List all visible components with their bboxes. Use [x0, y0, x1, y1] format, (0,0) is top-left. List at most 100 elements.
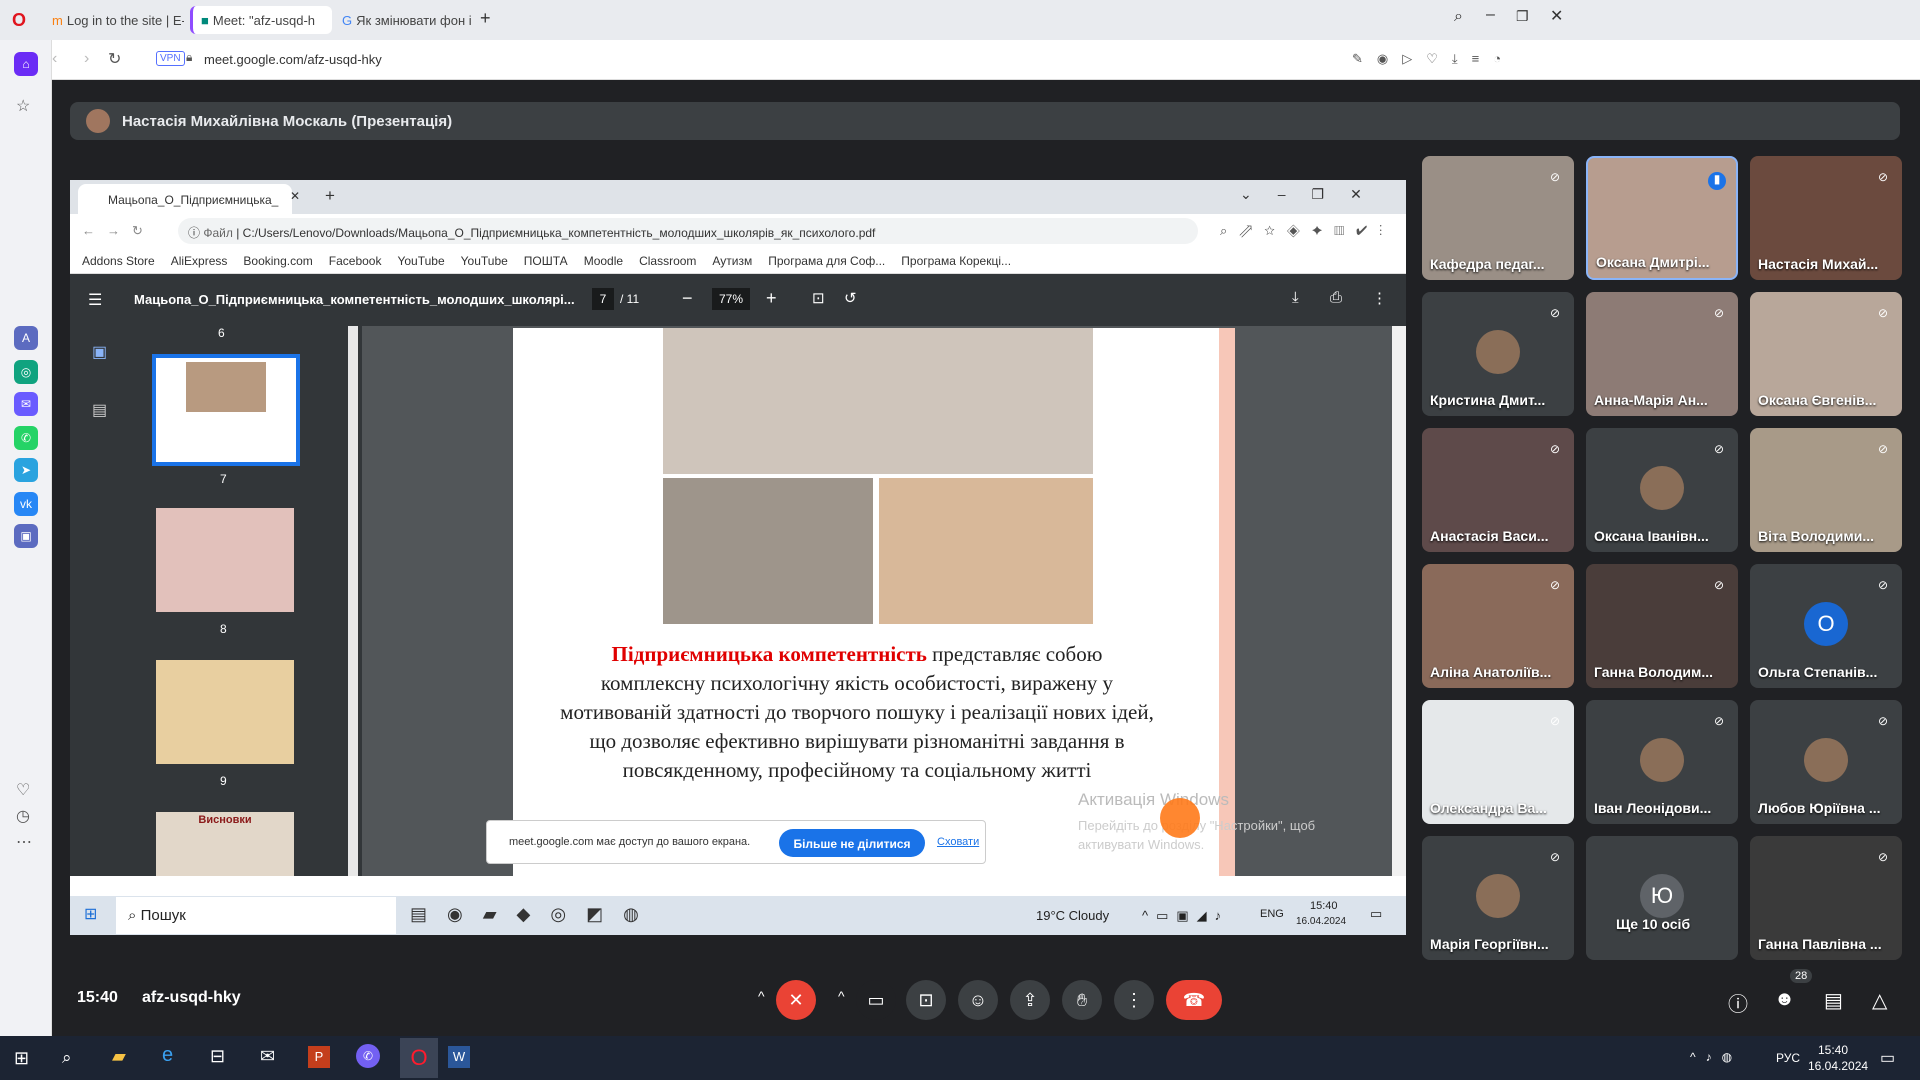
fit-icon[interactable]: ⊡ — [812, 289, 825, 307]
more-options-icon[interactable]: ⋮ — [1372, 289, 1387, 307]
star-icon[interactable]: ☆ — [16, 96, 30, 116]
telegram-icon[interactable]: ➤ — [14, 458, 38, 482]
explorer-icon[interactable]: ▰ — [112, 1046, 126, 1067]
thumbnail-page-10[interactable]: Висновки — [156, 812, 294, 876]
windows-start-icon[interactable]: ⊞ — [14, 1048, 29, 1069]
search-icon[interactable]: ⌕ — [1454, 8, 1463, 26]
edge-icon[interactable]: e — [162, 1044, 173, 1067]
tab-meet[interactable]: ■ Meet: "afz-usqd-h — [190, 6, 332, 34]
camera-button[interactable]: ▭ — [856, 980, 896, 1020]
history-icon[interactable]: ◷ — [16, 806, 30, 826]
tab-close-icon[interactable]: ✕ — [290, 189, 300, 203]
participant-tile[interactable]: ⊘ Кристина Дмит... — [1422, 292, 1574, 416]
participant-tile[interactable]: ⊘ Кафедра педаг... — [1422, 156, 1574, 280]
page-number-input[interactable]: 7 — [592, 288, 614, 310]
pdf-tab[interactable]: Мацьопа_О_Підприємницька_ — [78, 184, 292, 214]
vpn-badge[interactable]: VPN — [156, 51, 185, 66]
powerpoint-icon[interactable]: P — [308, 1046, 330, 1068]
opera-taskbar-icon[interactable]: O — [400, 1038, 438, 1078]
bookmark-item[interactable]: Booking.com — [243, 254, 312, 268]
participant-tile[interactable]: ⊘ Любов Юріївна ... — [1750, 700, 1902, 824]
participant-tile[interactable]: ▮ Оксана Дмитрі... — [1586, 156, 1738, 280]
reload-icon[interactable]: ↻ — [108, 49, 121, 69]
participant-tile[interactable]: ⊘ Оксана Євгенів... — [1750, 292, 1902, 416]
bookmark-item[interactable]: Програма Корекці... — [901, 254, 1011, 268]
lang-text[interactable]: ENG — [1260, 908, 1284, 920]
participant-tile[interactable]: ⊘ Ганна Павлівна ... — [1750, 836, 1902, 960]
chatgpt-icon[interactable]: ◎ — [14, 360, 38, 384]
chrome-omnibox[interactable]: ⓘ Файл | C:/Users/Lenovo/Downloads/Мацьо… — [178, 218, 1198, 244]
taskbar-apps[interactable]: ▤◉▰◆◎◩◍ — [410, 904, 659, 925]
windows-start-icon[interactable]: ⊞ — [84, 904, 97, 924]
player-icon[interactable]: ▣ — [14, 524, 38, 548]
more-icon[interactable]: ⋯ — [16, 832, 32, 852]
minimize-button[interactable]: – — [1486, 6, 1495, 24]
stop-sharing-button[interactable]: Більше не ділитися — [779, 829, 925, 857]
tray-icons[interactable]: ^♪◍ — [1690, 1050, 1742, 1064]
viber-icon[interactable]: ✆ — [356, 1044, 380, 1068]
new-tab-icon[interactable]: + — [325, 186, 335, 206]
heart-icon[interactable]: ♡ — [16, 780, 30, 800]
lang-indicator[interactable]: РУС — [1776, 1051, 1800, 1065]
bookmark-item[interactable]: Програма для Соф... — [768, 254, 885, 268]
bookmark-item[interactable]: YouTube — [461, 254, 508, 268]
store-icon[interactable]: ⊟ — [210, 1046, 225, 1067]
emoji-button[interactable]: ☺ — [958, 980, 998, 1020]
zoom-input[interactable]: 77% — [712, 288, 750, 310]
bookmark-item[interactable]: AliExpress — [171, 254, 228, 268]
outline-tab-icon[interactable]: ▤ — [92, 400, 107, 420]
bookmark-item[interactable]: Аутизм — [712, 254, 752, 268]
back-icon[interactable]: ‹ — [52, 50, 57, 68]
whatsapp-icon[interactable]: ✆ — [14, 426, 38, 450]
audio-options-icon[interactable]: ^ — [758, 988, 765, 1004]
info-icon[interactable]: ⓘ — [1728, 988, 1748, 1017]
participant-tile[interactable]: ⊘ Аліна Анатоліїв... — [1422, 564, 1574, 688]
participant-tile[interactable]: ⊘ Настасія Михай... — [1750, 156, 1902, 280]
search-icon[interactable]: ⌕ — [62, 1048, 72, 1068]
tab-elearning[interactable]: mLog in to the site | E-learni — [44, 6, 184, 34]
thumbnail-page-8[interactable] — [156, 508, 294, 612]
opera-logo-icon[interactable]: O — [12, 10, 30, 30]
weather-text[interactable]: 19°C Cloudy — [1036, 908, 1109, 923]
download-icon[interactable]: ⤓ — [1292, 289, 1299, 306]
vk-icon[interactable]: vk — [14, 492, 38, 516]
page-scrollbar[interactable] — [1392, 326, 1406, 876]
zoom-out-icon[interactable]: − — [682, 288, 693, 309]
window-controls[interactable]: ⌄–❐✕ — [1240, 186, 1388, 203]
url-text[interactable]: meet.google.com/afz-usqd-hky — [204, 52, 382, 67]
nav-icons[interactable]: ←→↻ — [82, 223, 155, 239]
word-icon[interactable]: W — [448, 1046, 470, 1068]
participant-tile[interactable]: О ⊘ Ольга Степанів... — [1750, 564, 1902, 688]
chat-icon[interactable]: ▤ — [1824, 988, 1843, 1013]
maximize-button[interactable]: ❐ — [1516, 8, 1529, 25]
extension-icons[interactable]: ⌕⇗☆◈✦▥✔⋮ — [1220, 223, 1394, 239]
bookmark-item[interactable]: YouTube — [397, 254, 444, 268]
present-button[interactable]: ⇪ — [1010, 980, 1050, 1020]
activities-icon[interactable]: △ — [1872, 988, 1887, 1013]
tray-icons[interactable]: ^▭▣◢♪ — [1142, 908, 1229, 924]
hide-link[interactable]: Сховати — [937, 836, 979, 848]
participant-tile[interactable]: Ю Ще 10 осіб — [1586, 836, 1738, 960]
thumbnail-page-9[interactable] — [156, 660, 294, 764]
bookmark-item[interactable]: Addons Store — [82, 254, 155, 268]
participant-tile[interactable]: ⊘ Анастасія Васи... — [1422, 428, 1574, 552]
messenger-icon[interactable]: ✉ — [14, 392, 38, 416]
close-button[interactable]: ✕ — [1550, 6, 1563, 26]
bookmark-item[interactable]: Facebook — [329, 254, 382, 268]
tab-background[interactable]: GЯк змінювати фон і засто — [334, 6, 474, 34]
mail-icon[interactable]: ✉ — [260, 1046, 275, 1067]
thumb-scrollbar[interactable] — [348, 326, 358, 876]
bookmark-item[interactable]: Classroom — [639, 254, 696, 268]
taskbar-search[interactable]: ⌕ Пошук — [116, 897, 396, 934]
toolbar-icons[interactable]: ✎◉▷♡⤓≡◔ — [1352, 51, 1515, 67]
participant-tile[interactable]: ⊘ Оксана Іванівн... — [1586, 428, 1738, 552]
participant-tile[interactable]: ⊘ Іван Леонідови... — [1586, 700, 1738, 824]
print-icon[interactable]: ⎙ — [1330, 289, 1342, 306]
participant-tile[interactable]: ⊘ Анна-Марія Ан... — [1586, 292, 1738, 416]
bookmark-item[interactable]: ПОШТА — [524, 254, 568, 268]
bookmark-item[interactable]: Moodle — [584, 254, 623, 268]
people-icon[interactable]: ☻ — [1774, 988, 1795, 1011]
more-options-button[interactable]: ⋮ — [1114, 980, 1154, 1020]
aria-icon[interactable]: A — [14, 326, 38, 350]
video-options-icon[interactable]: ^ — [838, 988, 845, 1004]
